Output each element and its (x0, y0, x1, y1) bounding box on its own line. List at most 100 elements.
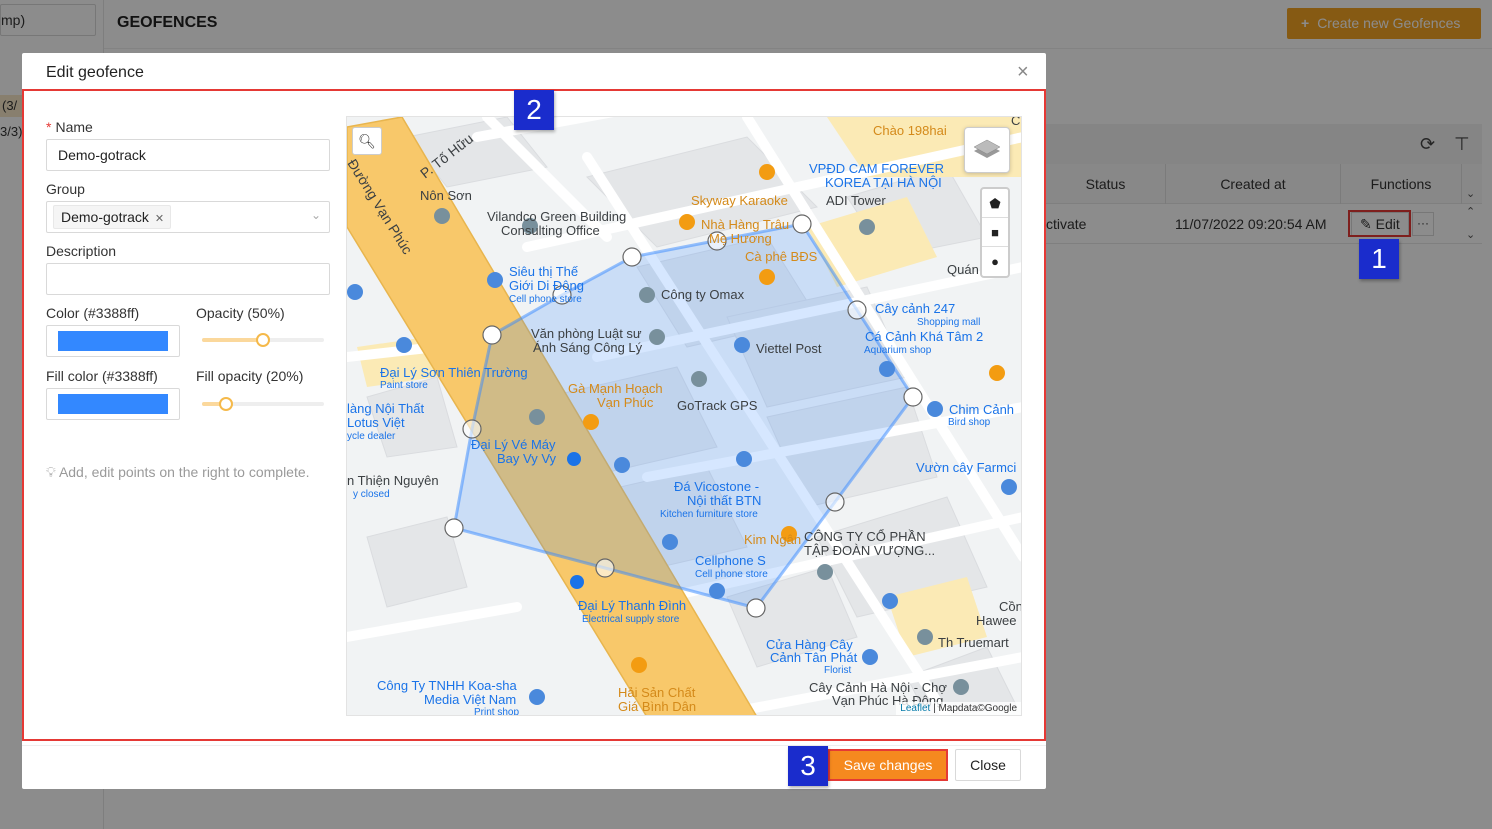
pin-icon[interactable] (859, 219, 875, 235)
name-field[interactable] (46, 139, 330, 171)
pin-icon[interactable] (917, 629, 933, 645)
map-label: Ánh Sáng Công Lý (533, 340, 643, 355)
vertex-handle[interactable] (444, 518, 464, 538)
pin-icon[interactable] (639, 287, 655, 303)
fill-color-label: Fill color (#3388ff) (46, 368, 158, 384)
pin-icon[interactable] (679, 214, 695, 230)
vertex-handle[interactable] (482, 325, 502, 345)
pin-icon[interactable] (927, 401, 943, 417)
group-tag: Demo-gotrack ✕ (53, 205, 172, 229)
fill-opacity-slider[interactable] (202, 397, 324, 411)
bus-stop-icon[interactable] (567, 452, 581, 466)
map-label: ycle dealer (347, 431, 396, 442)
midpoint-handle[interactable] (595, 558, 615, 578)
pin-icon[interactable] (631, 657, 647, 673)
midpoint-handle[interactable] (825, 492, 845, 512)
description-field[interactable] (46, 263, 330, 295)
map[interactable]: Chào 198hai Skyway Karaoke Nhà Hàng Trâu… (346, 116, 1022, 716)
bus-stop-icon[interactable] (570, 575, 584, 589)
pin-icon[interactable] (347, 284, 363, 300)
lightbulb-icon: 💡︎ (46, 464, 56, 480)
close-button[interactable]: Close (955, 749, 1021, 781)
pin-icon[interactable] (953, 679, 969, 695)
pin-icon[interactable] (709, 583, 725, 599)
opacity-label: Opacity (50%) (196, 305, 285, 321)
map-label: Hải Sản Chất (618, 685, 696, 700)
map-label: làng Nội Thất (347, 401, 424, 416)
edit-geofence-modal: Edit geofence × *Name Group Demo-gotrack… (22, 53, 1046, 789)
vertex-handle[interactable] (903, 387, 923, 407)
map-label: Th Truemart (938, 635, 1009, 650)
name-label: * Name (46, 119, 93, 135)
circle-icon[interactable]: ● (982, 247, 1008, 276)
group-select[interactable]: Demo-gotrack ✕ ⌄ (46, 201, 330, 233)
pin-icon[interactable] (759, 269, 775, 285)
leaflet-link[interactable]: Leaflet (900, 703, 930, 714)
map-label: Aquarium shop (864, 345, 932, 356)
pin-icon[interactable] (736, 451, 752, 467)
pin-icon[interactable] (662, 534, 678, 550)
map-label: Cellphone S (695, 553, 766, 568)
map-label: Florist (824, 665, 851, 676)
map-layers-button[interactable] (964, 127, 1010, 173)
pin-icon[interactable] (649, 329, 665, 345)
group-label: Group (46, 181, 85, 197)
pin-icon[interactable] (879, 361, 895, 377)
midpoint-handle[interactable] (462, 419, 482, 439)
pin-icon[interactable] (529, 409, 545, 425)
square-icon[interactable]: ■ (982, 218, 1008, 247)
pin-icon[interactable] (882, 593, 898, 609)
color-picker[interactable] (46, 325, 180, 357)
map-label: Siêu thị Thế (509, 264, 579, 279)
map-label: GoTrack GPS (677, 398, 758, 413)
search-icon: 🔍︎ (358, 133, 376, 149)
tag-remove-icon[interactable]: ✕ (155, 213, 164, 225)
map-label: Kitchen furniture store (660, 509, 758, 520)
map-label: n Thiện Nguyên (347, 473, 439, 488)
pin-icon[interactable] (1001, 479, 1017, 495)
map-canvas[interactable]: Chào 198hai Skyway Karaoke Nhà Hàng Trâu… (347, 117, 1022, 716)
map-label: TẬP ĐOÀN VƯỢNG... (804, 543, 935, 558)
pentagon-icon[interactable]: ⬟ (982, 189, 1008, 218)
map-label: Quán (947, 262, 979, 277)
pin-icon[interactable] (396, 337, 412, 353)
pin-icon[interactable] (583, 414, 599, 430)
save-button[interactable]: Save changes (828, 749, 948, 781)
slider-handle[interactable] (256, 333, 270, 347)
map-label: Đại Lý Vé Máy (471, 437, 556, 452)
pin-icon[interactable] (434, 208, 450, 224)
vertex-handle[interactable] (792, 214, 812, 234)
pin-icon[interactable] (487, 272, 503, 288)
opacity-slider[interactable] (202, 333, 324, 347)
midpoint-handle[interactable] (847, 300, 867, 320)
map-label: Gà Mạnh Hoạch (568, 381, 663, 396)
map-label: Cell phone store (509, 294, 582, 305)
map-label: Kim Ngân (744, 532, 801, 547)
map-label: Giới Di Động (509, 278, 584, 293)
map-label: CÔNG TY CỔ PHẦN (804, 529, 926, 544)
close-icon[interactable]: × (1017, 61, 1029, 84)
map-label: Cá Cảnh Khá Tâm 2 (865, 329, 983, 344)
description-label: Description (46, 243, 117, 259)
pin-icon[interactable] (529, 689, 545, 705)
pin-icon[interactable] (734, 337, 750, 353)
map-label: Giá Bình Dân (618, 699, 696, 714)
pin-icon[interactable] (691, 371, 707, 387)
color-swatch (58, 331, 168, 351)
pin-icon[interactable] (614, 457, 630, 473)
map-label: Mẹ Hương (709, 231, 772, 246)
map-search-button[interactable]: 🔍︎ (352, 127, 382, 155)
fill-color-picker[interactable] (46, 388, 180, 420)
vertex-handle[interactable] (746, 598, 766, 618)
chevron-down-icon: ⌄ (310, 208, 321, 222)
pin-icon[interactable] (759, 164, 775, 180)
pin-icon[interactable] (989, 365, 1005, 381)
vertex-handle[interactable] (622, 247, 642, 267)
map-label: Bay Vy Vy (497, 451, 557, 466)
map-label: Vilandco Green Building (487, 209, 626, 224)
annotation-badge: 2 (514, 90, 554, 130)
map-label: Electrical supply store (582, 614, 680, 625)
map-label: Lotus Việt (347, 415, 405, 430)
pin-icon[interactable] (817, 564, 833, 580)
pin-icon[interactable] (862, 649, 878, 665)
